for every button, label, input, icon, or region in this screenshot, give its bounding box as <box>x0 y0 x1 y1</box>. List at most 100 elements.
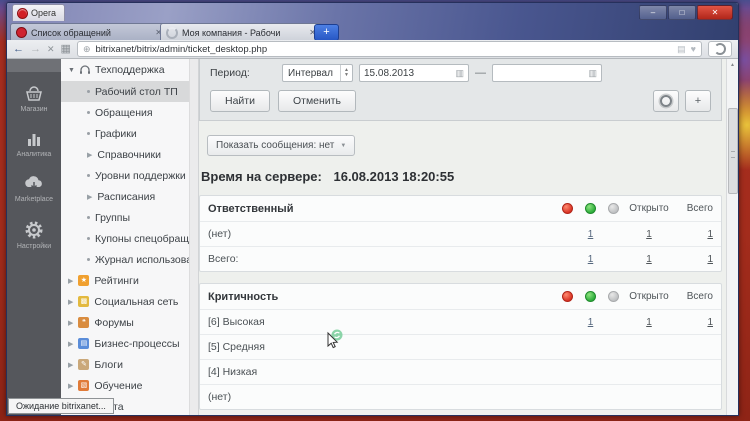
column-open[interactable]: Открыто <box>625 203 673 214</box>
rail-item-marketplace[interactable]: Marketplace <box>15 174 53 203</box>
open-count-link[interactable]: 1 <box>625 254 673 265</box>
green-count-link[interactable]: 1 <box>579 317 602 328</box>
rail-item-analytics[interactable]: Аналитика <box>16 129 52 158</box>
rail-label: Аналитика <box>16 151 52 158</box>
interval-select[interactable]: Интервал ▲ ▼ <box>282 64 353 82</box>
sidebar-item-business-processes[interactable]: ▶ ▤ Бизнес-процессы <box>61 333 189 354</box>
add-filter-button[interactable]: + <box>685 90 711 112</box>
tab-ticket-list[interactable]: Список обращений ✕ <box>10 23 168 41</box>
total-count-link[interactable]: 1 <box>673 229 713 240</box>
sidebar-item-desktop-tp[interactable]: Рабочий стол ТП <box>61 81 189 102</box>
sidebar-resize-handle[interactable] <box>189 59 199 415</box>
responsible-table: Ответственный Открыто Всего (нет) 1 1 1 <box>199 195 722 272</box>
tab-my-company[interactable]: Моя компания - Рабочи ✕ <box>160 23 322 41</box>
total-count-link[interactable]: 1 <box>673 317 713 328</box>
column-total[interactable]: Всего <box>673 291 713 302</box>
table-row: [5] Средняя <box>200 334 721 359</box>
sidebar-item-social-network[interactable]: ▶ ▩ Социальная сеть <box>61 291 189 312</box>
table-header: Ответственный Открыто Всего <box>200 196 721 221</box>
date-from-value: 15.08.2013 <box>364 67 415 79</box>
show-messages-button[interactable]: Показать сообщения: нет ▼ <box>207 135 356 156</box>
sidebar-item-label: Уровни поддержки <box>95 169 186 182</box>
gray-status-dot <box>608 203 619 214</box>
sidebar-item-blogs[interactable]: ▶ ✎ Блоги <box>61 354 189 375</box>
scroll-up-arrow[interactable]: ▲ <box>727 59 738 70</box>
row-label[interactable]: [4] Низкая <box>208 366 556 378</box>
row-label[interactable]: [5] Средняя <box>208 341 556 353</box>
rail-item-settings[interactable]: Настройки <box>17 219 51 250</box>
open-count-link[interactable]: 1 <box>625 229 673 240</box>
chevron-down-icon[interactable]: ▼ <box>68 67 75 74</box>
server-time-value: 16.08.2013 18:20:55 <box>333 169 455 184</box>
chevron-right-icon: ▶ <box>68 340 74 348</box>
column-total[interactable]: Всего <box>673 203 713 214</box>
sidebar-item-label: Графики <box>95 127 137 140</box>
page-security-icon: ⊕ <box>82 43 91 54</box>
rail-item-shop[interactable]: Магазин <box>20 84 48 113</box>
cancel-button[interactable]: Отменить <box>277 90 356 112</box>
bullet-icon <box>87 174 90 177</box>
total-count-link[interactable]: 1 <box>673 254 713 265</box>
url-field[interactable]: ⊕ bitrixanet/bitrix/admin/ticket_desktop… <box>76 41 702 57</box>
back-icon[interactable]: ← <box>13 43 24 55</box>
sidebar-item-coupons[interactable]: Купоны спецобращений <box>61 228 189 249</box>
tab-title: Список обращений <box>31 27 111 38</box>
red-status-dot <box>562 291 573 302</box>
tab-title: Моя компания - Рабочи <box>182 27 281 38</box>
table-row: (нет) <box>200 384 721 409</box>
table-row: [6] Высокая 1 1 1 <box>200 309 721 334</box>
sidebar-item-dictionaries[interactable]: ▶ Справочники <box>61 144 189 165</box>
opera-menu-button[interactable]: Opera <box>12 4 66 21</box>
bullet-icon <box>87 132 90 135</box>
sidebar-item-groups[interactable]: Группы <box>61 207 189 228</box>
scrollbar-thumb[interactable] <box>728 108 738 194</box>
sidebar-item-training[interactable]: ▶ ▧ Обучение <box>61 375 189 396</box>
spinner-arrows-icon[interactable]: ▲ ▼ <box>340 65 352 81</box>
sidebar-item-coupon-log[interactable]: Журнал использования куп <box>61 249 189 270</box>
table-title: Критичность <box>208 290 279 303</box>
sidebar-item-tickets[interactable]: Обращения <box>61 102 189 123</box>
date-from-input[interactable]: 15.08.2013 ▥ <box>359 64 469 82</box>
opera-menu-label: Opera <box>31 8 57 18</box>
server-time-heading: Время на сервере: 16.08.2013 18:20:55 <box>201 169 726 184</box>
favorites-heart-icon[interactable]: ♥ <box>691 44 696 54</box>
period-label: Период: <box>210 67 250 79</box>
vertical-scrollbar[interactable]: ▲ <box>726 59 738 415</box>
status-text: Ожидание bitrixanet... <box>16 401 106 411</box>
server-time-label: Время на сервере: <box>201 169 322 184</box>
bullet-icon <box>87 258 90 261</box>
filter-settings-button[interactable] <box>653 90 679 112</box>
app-rail: Магазин Аналитика Marketplace Настройки <box>7 59 61 415</box>
find-button[interactable]: Найти <box>210 90 270 112</box>
green-count-link[interactable]: 1 <box>579 229 602 240</box>
shop-basket-icon <box>26 86 42 101</box>
calendar-icon[interactable]: ▥ <box>455 68 464 79</box>
find-button-label: Найти <box>225 95 255 107</box>
open-count-link[interactable]: 1 <box>625 317 673 328</box>
chevron-right-icon: ▶ <box>68 382 74 390</box>
sidebar-item-schedules[interactable]: ▶ Расписания <box>61 186 189 207</box>
calendar-icon[interactable]: ▥ <box>588 68 597 79</box>
cancel-button-label: Отменить <box>292 95 341 107</box>
sidebar-item-label: Справочники <box>97 148 162 161</box>
sidebar-item-support-levels[interactable]: Уровни поддержки <box>61 165 189 186</box>
close-button[interactable]: ✕ <box>697 5 733 20</box>
sidebar-item-techsupport[interactable]: ▼ Техподдержка <box>61 59 189 81</box>
column-open[interactable]: Открыто <box>625 291 673 302</box>
sidebar-item-label: Социальная сеть <box>94 295 179 308</box>
maximize-button[interactable]: □ <box>668 5 696 20</box>
row-label[interactable]: [6] Высокая <box>208 316 556 328</box>
extensions-badge[interactable] <box>708 41 732 57</box>
green-count-link[interactable]: 1 <box>579 254 602 265</box>
date-to-input[interactable]: ▥ <box>492 64 602 82</box>
sidebar-item-forums[interactable]: ▶ ❝ Форумы <box>61 312 189 333</box>
bookmark-bar-icon[interactable]: ▤ <box>677 44 686 55</box>
new-tab-button[interactable]: + <box>314 24 339 41</box>
speed-dial-grid-icon[interactable]: ▦ <box>61 43 71 55</box>
minimize-button[interactable]: – <box>639 5 667 20</box>
sidebar-item-graphs[interactable]: Графики <box>61 123 189 144</box>
training-icon: ▧ <box>78 380 90 391</box>
forward-icon[interactable]: → <box>30 43 41 55</box>
sidebar-item-ratings[interactable]: ▶ ★ Рейтинги <box>61 270 189 291</box>
stop-icon[interactable]: ✕ <box>47 44 55 54</box>
